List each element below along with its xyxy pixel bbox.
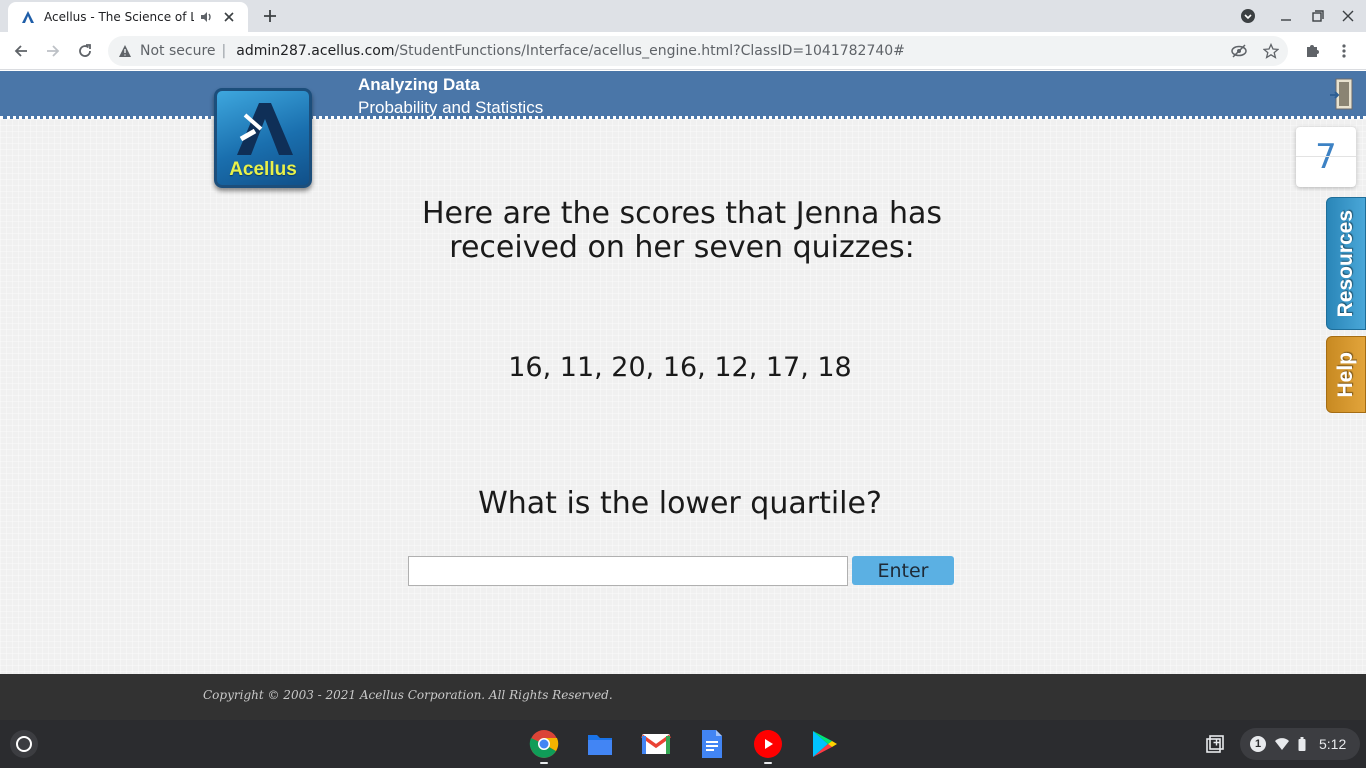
warning-icon — [119, 45, 131, 57]
wifi-icon — [1275, 737, 1289, 751]
notification-count-badge: 1 — [1250, 736, 1266, 752]
close-tab-icon[interactable] — [220, 8, 238, 26]
address-bar[interactable]: Not secure | admin287.acellus.com/Studen… — [108, 36, 1288, 66]
security-label: Not secure — [140, 43, 216, 59]
security-indicator[interactable]: Not secure | — [118, 43, 236, 59]
tab-title: Acellus - The Science of Learning — [44, 10, 194, 24]
chrome-running-indicator — [540, 762, 548, 764]
url-text: admin287.acellus.com/StudentFunctions/In… — [236, 43, 905, 59]
acellus-favicon-icon — [20, 9, 36, 25]
help-tab-label: Help — [1334, 351, 1357, 398]
acellus-a-icon — [237, 103, 293, 155]
question-prompt: What is the lower quartile? — [478, 486, 882, 521]
restore-icon[interactable] — [1308, 6, 1328, 26]
answer-input[interactable] — [408, 556, 848, 586]
play-store-icon[interactable] — [808, 728, 840, 760]
browser-toolbar: Not secure | admin287.acellus.com/Studen… — [0, 32, 1366, 70]
logo-text: Acellus — [229, 159, 297, 180]
problem-counter: 7 — [1296, 127, 1356, 187]
url-host: admin287.acellus.com — [236, 43, 395, 59]
course-title: Analyzing Data — [358, 75, 480, 94]
youtube-running-indicator — [764, 762, 772, 764]
course-subtitle: Probability and Statistics — [358, 98, 544, 117]
copyright-text: Copyright © 2003 - 2021 Acellus Corporat… — [203, 688, 613, 702]
resources-tab[interactable]: Resources — [1326, 197, 1366, 330]
problem-counter-value: 7 — [1315, 137, 1337, 177]
question-text: Here are the scores that Jenna has recei… — [421, 196, 943, 265]
clock-time: 5:12 — [1319, 736, 1347, 752]
os-shelf: 1 5:12 — [0, 720, 1366, 768]
battery-icon — [1295, 737, 1309, 751]
quiz-scores: 16, 11, 20, 16, 12, 17, 18 — [508, 352, 852, 383]
holding-space-icon[interactable] — [1204, 733, 1226, 755]
minimize-icon[interactable] — [1276, 6, 1296, 26]
extensions-puzzle-icon[interactable] — [1302, 41, 1322, 61]
chrome-menu-icon[interactable] — [1334, 41, 1354, 61]
forward-icon[interactable] — [42, 40, 64, 62]
enter-button[interactable]: Enter — [852, 556, 954, 585]
resources-tab-label: Resources — [1334, 209, 1357, 318]
acellus-page: Analyzing Data Probability and Statistic… — [0, 71, 1366, 674]
acellus-logo: Acellus — [214, 88, 312, 188]
url-path: /StudentFunctions/Interface/acellus_engi… — [394, 43, 905, 59]
close-window-icon[interactable] — [1338, 6, 1358, 26]
page-footer: Copyright © 2003 - 2021 Acellus Corporat… — [0, 674, 1366, 720]
reload-icon[interactable] — [74, 40, 96, 62]
chrome-icon[interactable] — [528, 728, 560, 760]
new-tab-button[interactable] — [258, 6, 282, 26]
browser-tab[interactable]: Acellus - The Science of Learning — [8, 2, 248, 32]
tracking-blocked-eye-icon[interactable] — [1230, 42, 1248, 60]
bookmark-star-icon[interactable] — [1262, 42, 1280, 60]
docs-icon[interactable] — [696, 728, 728, 760]
help-tab[interactable]: Help — [1326, 336, 1366, 413]
exit-door-icon[interactable] — [1330, 77, 1354, 111]
course-banner: Analyzing Data Probability and Statistic… — [0, 71, 1366, 119]
counter-divider — [1296, 156, 1356, 157]
browser-tab-strip: Acellus - The Science of Learning — [0, 0, 1366, 32]
status-tray[interactable]: 1 5:12 — [1240, 728, 1360, 760]
audio-playing-icon[interactable] — [198, 9, 214, 25]
files-icon[interactable] — [584, 728, 616, 760]
tab-search-icon[interactable] — [1238, 6, 1258, 26]
launcher-icon[interactable] — [10, 730, 38, 758]
gmail-icon[interactable] — [640, 728, 672, 760]
back-icon[interactable] — [10, 40, 32, 62]
youtube-icon[interactable] — [752, 728, 784, 760]
